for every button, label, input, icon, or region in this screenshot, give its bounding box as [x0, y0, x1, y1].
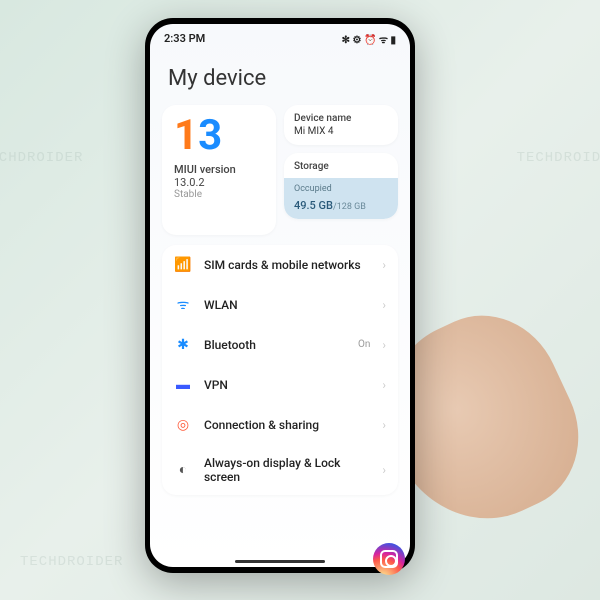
chevron-right-icon: ›: [382, 298, 386, 312]
chevron-right-icon: ›: [382, 338, 386, 352]
settings-list: 📶 SIM cards & mobile networks › ᯤ WLAN › ✱ Blue…: [162, 245, 398, 495]
settings-item[interactable]: ◎ Connection & sharing ›: [162, 405, 398, 445]
status-icons: ✻ ⚙ ⏰ ᯤ ▮: [342, 32, 396, 46]
storage-card[interactable]: Storage Occupied 49.5 GB/128 GB: [284, 153, 398, 219]
chevron-right-icon: ›: [382, 258, 386, 272]
storage-occupied-label: Occupied: [294, 184, 388, 194]
settings-item-status: On: [358, 339, 370, 350]
wifi-icon: ᯤ: [174, 296, 192, 314]
settings-item-label: SIM cards & mobile networks: [204, 258, 370, 272]
vpn-icon: ▬: [174, 376, 192, 394]
status-bar: 2:33 PM ✻ ⚙ ⏰ ᯤ ▮: [150, 24, 410, 50]
storage-used: 49.5 GB: [294, 199, 333, 212]
device-name-card[interactable]: Device name Mi MIX 4: [284, 105, 398, 145]
storage-total: /128 GB: [333, 202, 366, 212]
settings-item[interactable]: ◐ Always-on display & Lock screen ›: [162, 445, 398, 495]
settings-item-label: Connection & sharing: [204, 418, 370, 432]
instagram-badge-icon: [373, 543, 405, 575]
status-time: 2:33 PM: [164, 32, 205, 45]
miui-version-number: 13.0.2: [174, 176, 264, 189]
info-cards-row: 13 MIUI version 13.0.2 Stable Device nam…: [150, 105, 410, 235]
miui-version-card[interactable]: 13 MIUI version 13.0.2 Stable: [162, 105, 276, 235]
bluetooth-icon: ✱: [174, 336, 192, 354]
miui-channel: Stable: [174, 189, 264, 200]
phone-screen: 2:33 PM ✻ ⚙ ⏰ ᯤ ▮ My device 13 MIUI vers…: [150, 24, 410, 567]
chevron-right-icon: ›: [382, 418, 386, 432]
settings-item[interactable]: ✱ Bluetooth On ›: [162, 325, 398, 365]
device-name-value: Mi MIX 4: [294, 126, 388, 137]
settings-item-label: Bluetooth: [204, 338, 346, 352]
miui-logo: 13: [174, 115, 264, 157]
page-title: My device: [150, 50, 410, 105]
settings-item-label: Always-on display & Lock screen: [204, 456, 370, 484]
watermark: TECHDROIDER: [0, 150, 83, 166]
watermark: TECHDROIDER: [20, 554, 123, 570]
settings-item[interactable]: 📶 SIM cards & mobile networks ›: [162, 245, 398, 285]
chevron-right-icon: ›: [382, 463, 386, 477]
aod-icon: ◐: [174, 461, 192, 479]
gesture-bar[interactable]: [235, 560, 325, 563]
sharing-icon: ◎: [174, 416, 192, 434]
settings-item-label: WLAN: [204, 298, 370, 312]
phone-frame: 2:33 PM ✻ ⚙ ⏰ ᯤ ▮ My device 13 MIUI vers…: [145, 18, 415, 573]
miui-label: MIUI version: [174, 163, 264, 176]
watermark: TECHDROIDER: [517, 150, 600, 166]
sim-icon: 📶: [174, 256, 192, 274]
device-name-label: Device name: [294, 113, 388, 124]
settings-item[interactable]: ᯤ WLAN ›: [162, 285, 398, 325]
settings-item-label: VPN: [204, 378, 370, 392]
chevron-right-icon: ›: [382, 378, 386, 392]
settings-item[interactable]: ▬ VPN ›: [162, 365, 398, 405]
storage-label: Storage: [294, 161, 388, 172]
